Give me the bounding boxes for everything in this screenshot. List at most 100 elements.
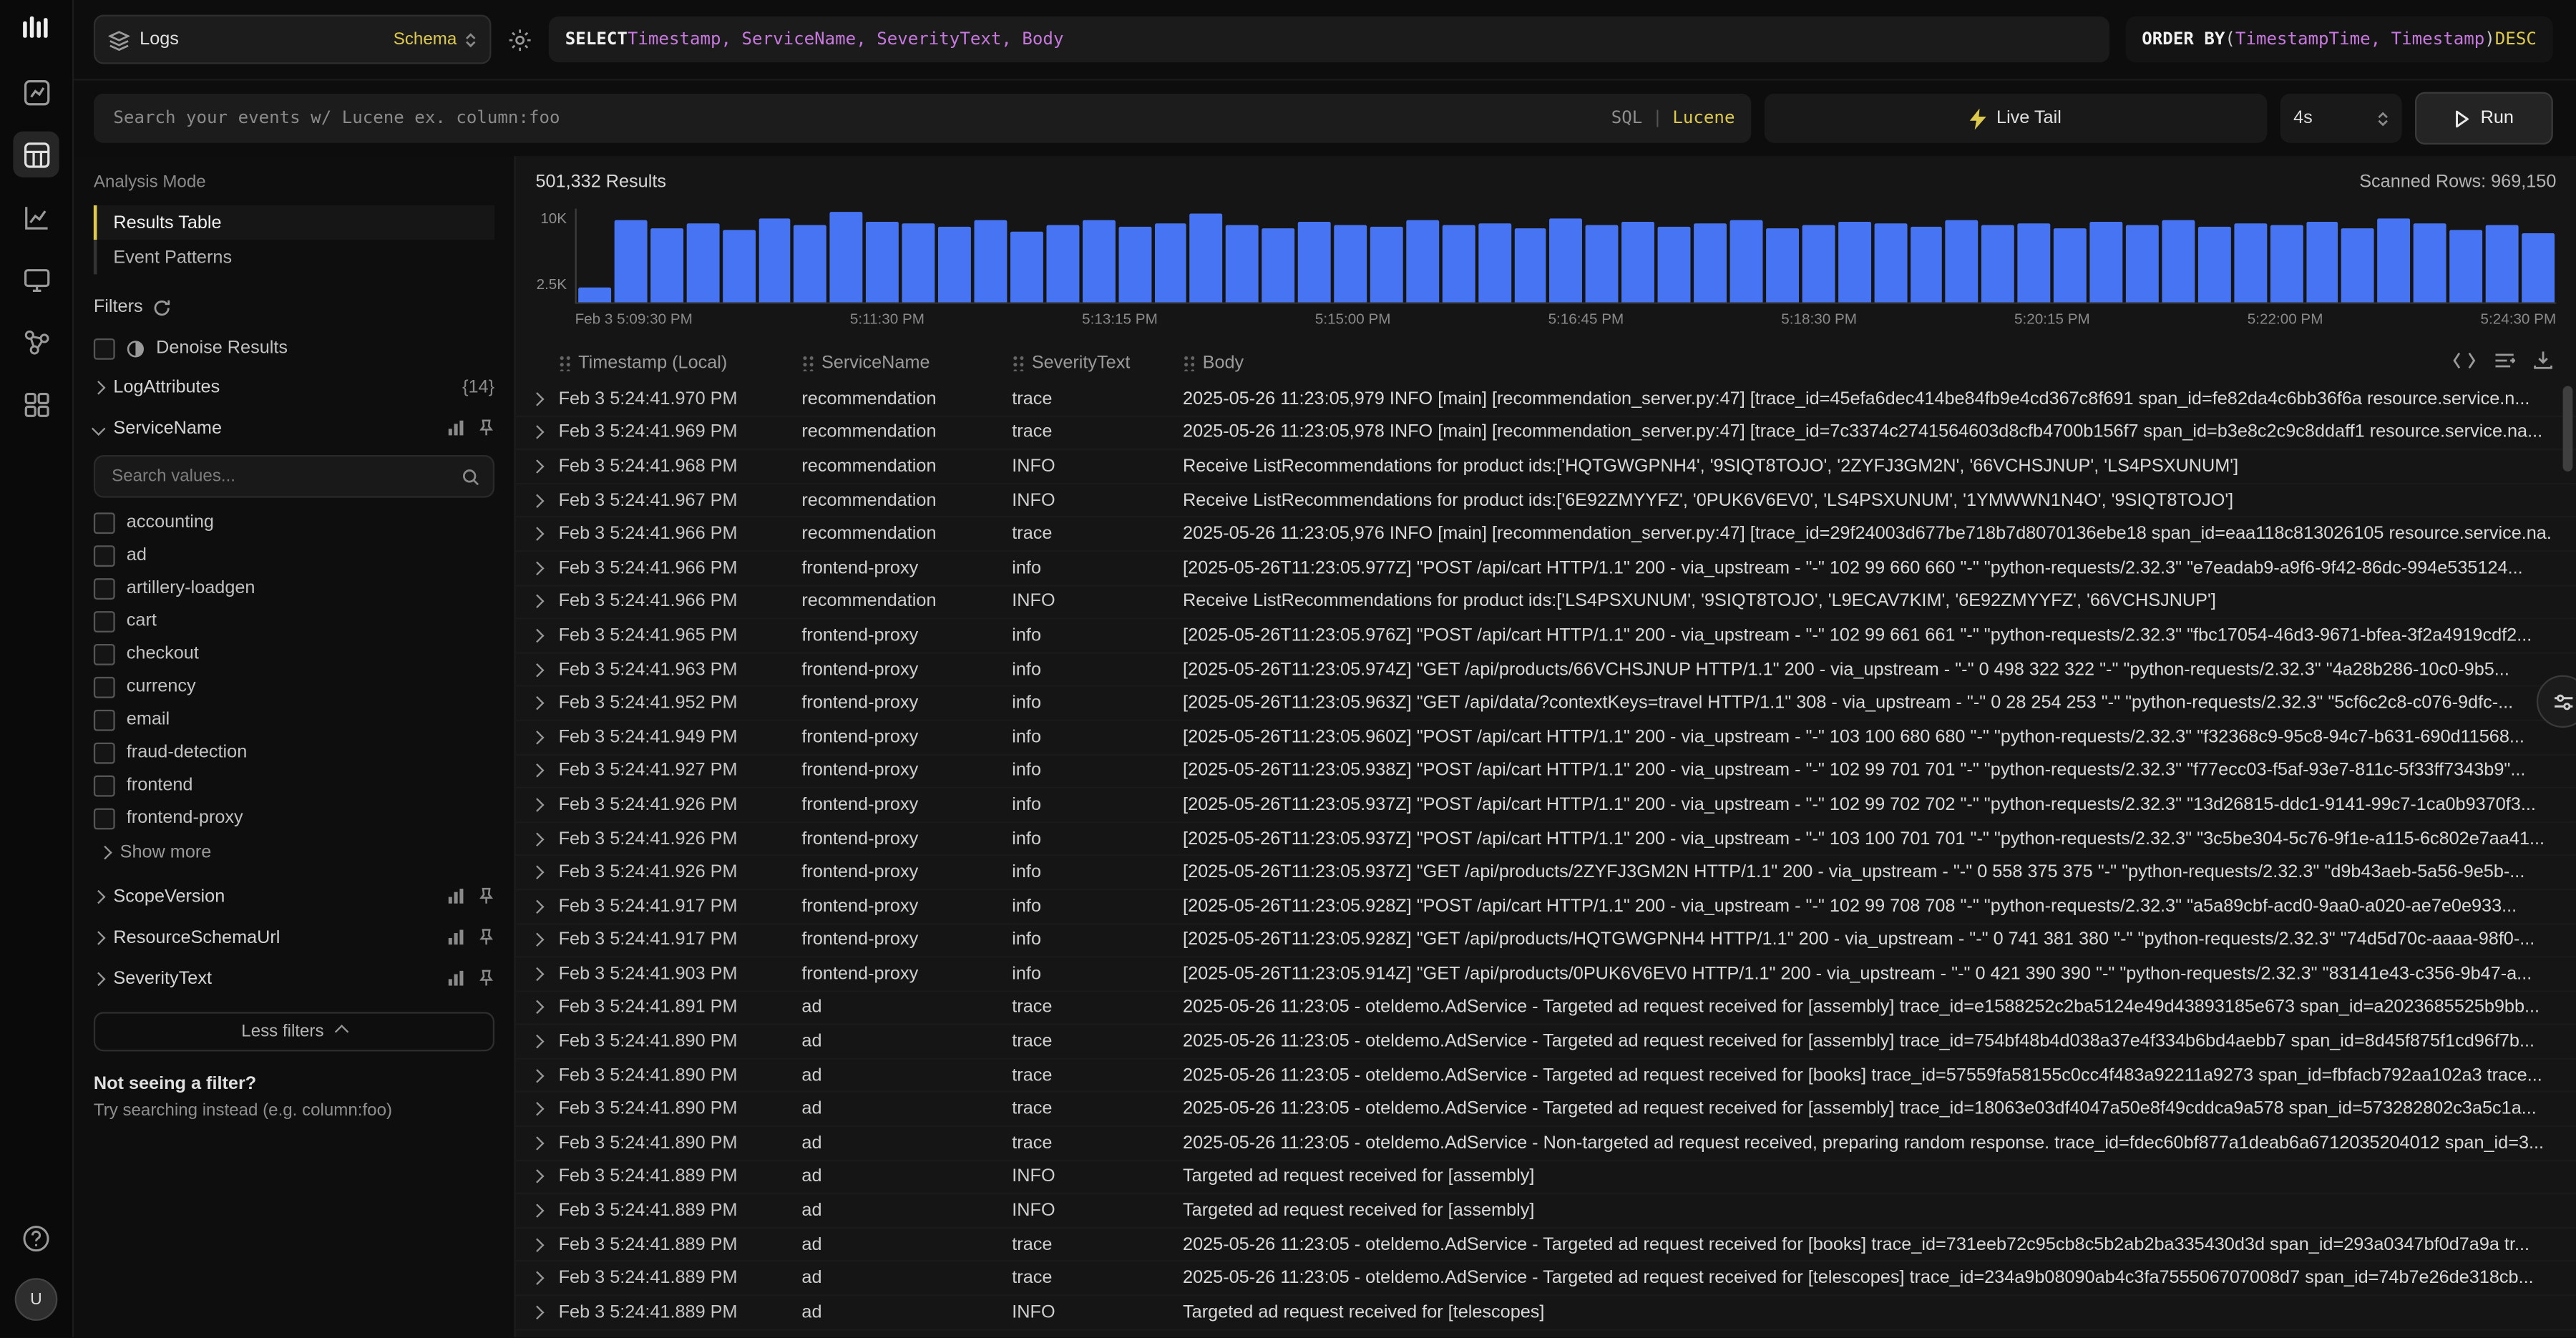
- table-row[interactable]: Feb 3 5:24:41.965 PM frontend-proxy info…: [516, 620, 2576, 653]
- histogram-bar[interactable]: [2126, 225, 2159, 302]
- histogram-bar[interactable]: [1586, 225, 1619, 302]
- histogram-plot[interactable]: [575, 209, 2557, 304]
- histogram-bar[interactable]: [1622, 221, 1655, 302]
- expand-row-icon[interactable]: [530, 1170, 544, 1183]
- column-header-timestamp[interactable]: Timestamp (Local): [559, 353, 802, 373]
- interval-select[interactable]: 4s: [2280, 94, 2402, 143]
- value-checkbox[interactable]: [94, 643, 115, 665]
- expand-row-icon[interactable]: [530, 899, 544, 913]
- table-row[interactable]: Feb 3 5:24:41.890 PM ad trace 2025-05-26…: [516, 1060, 2576, 1093]
- live-tail-button[interactable]: Live Tail: [1765, 94, 2268, 143]
- histogram-bar[interactable]: [1334, 225, 1367, 302]
- expand-row-icon[interactable]: [530, 731, 544, 744]
- service-filter-cart[interactable]: cart: [94, 606, 494, 635]
- histogram-bar[interactable]: [2342, 229, 2375, 302]
- filter-group-servicename[interactable]: ServiceName: [94, 407, 494, 448]
- column-header-body[interactable]: Body: [1183, 353, 2444, 373]
- service-filter-frontend[interactable]: frontend: [94, 771, 494, 800]
- table-row[interactable]: Feb 3 5:24:41.890 PM ad trace 2025-05-26…: [516, 1093, 2576, 1127]
- table-row[interactable]: Feb 3 5:24:41.966 PM recommendation trac…: [516, 518, 2576, 552]
- histogram-bar[interactable]: [1694, 224, 1727, 302]
- histogram-bar[interactable]: [686, 223, 719, 303]
- histogram-bar[interactable]: [1658, 228, 1691, 303]
- table-row[interactable]: Feb 3 5:24:41.889 PM ad INFO Targeted ad…: [516, 1330, 2576, 1337]
- value-checkbox[interactable]: [94, 775, 115, 796]
- table-row[interactable]: Feb 3 5:24:41.917 PM frontend-proxy info…: [516, 890, 2576, 924]
- histogram-bar[interactable]: [2270, 225, 2303, 302]
- value-checkbox[interactable]: [94, 709, 115, 731]
- table-row[interactable]: Feb 3 5:24:41.903 PM frontend-proxy info…: [516, 958, 2576, 992]
- histogram-bar[interactable]: [867, 221, 899, 302]
- expand-row-icon[interactable]: [530, 1136, 544, 1150]
- histogram-bar[interactable]: [614, 220, 647, 302]
- histogram-bar[interactable]: [1478, 223, 1511, 303]
- service-filter-fraud-detection[interactable]: fraud-detection: [94, 738, 494, 767]
- table-row[interactable]: Feb 3 5:24:41.891 PM ad trace 2025-05-26…: [516, 992, 2576, 1025]
- mode-results-table[interactable]: Results Table: [94, 205, 494, 240]
- vertical-scrollbar[interactable]: [2563, 386, 2573, 1334]
- dashboard-icon[interactable]: [13, 69, 59, 114]
- expand-row-icon[interactable]: [530, 933, 544, 947]
- histogram-bar[interactable]: [830, 212, 863, 302]
- expand-row-icon[interactable]: [530, 696, 544, 710]
- service-map-icon[interactable]: [13, 318, 59, 364]
- histogram-bar[interactable]: [1298, 221, 1331, 302]
- histogram-bar[interactable]: [1982, 225, 2015, 302]
- value-search-input[interactable]: [109, 465, 462, 488]
- filter-group-resourceschemaurl[interactable]: ResourceSchemaUrl: [94, 917, 494, 957]
- expand-row-icon[interactable]: [530, 1103, 544, 1116]
- histogram-bar[interactable]: [2306, 221, 2338, 302]
- denoise-results-toggle[interactable]: Denoise Results: [94, 333, 494, 363]
- histogram-bar[interactable]: [1406, 220, 1439, 302]
- service-filter-ad[interactable]: ad: [94, 540, 494, 570]
- histogram-bar[interactable]: [2414, 223, 2446, 303]
- gear-icon[interactable]: [507, 27, 532, 52]
- histogram-bar[interactable]: [974, 220, 1007, 302]
- table-row[interactable]: Feb 3 5:24:41.968 PM recommendation INFO…: [516, 451, 2576, 484]
- results-table-view-icon[interactable]: [13, 132, 59, 177]
- value-checkbox[interactable]: [94, 676, 115, 698]
- value-checkbox[interactable]: [94, 545, 115, 566]
- expand-row-icon[interactable]: [530, 798, 544, 811]
- table-row[interactable]: Feb 3 5:24:41.889 PM ad INFO Targeted ad…: [516, 1161, 2576, 1194]
- expand-row-icon[interactable]: [530, 866, 544, 879]
- table-row[interactable]: Feb 3 5:24:41.890 PM ad trace 2025-05-26…: [516, 1025, 2576, 1059]
- table-row[interactable]: Feb 3 5:24:41.889 PM ad trace 2025-05-26…: [516, 1229, 2576, 1262]
- histogram-bar[interactable]: [1118, 228, 1151, 303]
- histogram-bar[interactable]: [2486, 225, 2519, 302]
- histogram-bar[interactable]: [2054, 228, 2087, 302]
- search-input[interactable]: [110, 107, 1599, 130]
- expand-row-icon[interactable]: [530, 459, 544, 473]
- histogram-bar[interactable]: [1226, 225, 1259, 302]
- user-avatar[interactable]: U: [15, 1278, 58, 1321]
- service-filter-accounting[interactable]: accounting: [94, 507, 494, 537]
- bar-chart-icon[interactable]: [447, 970, 464, 987]
- expand-row-icon[interactable]: [530, 1203, 544, 1217]
- expand-row-icon[interactable]: [530, 1035, 544, 1048]
- table-row[interactable]: Feb 3 5:24:41.952 PM frontend-proxy info…: [516, 687, 2576, 721]
- less-filters-button[interactable]: Less filters: [94, 1012, 494, 1051]
- table-row[interactable]: Feb 3 5:24:41.889 PM ad INFO Targeted ad…: [516, 1195, 2576, 1229]
- histogram-bar[interactable]: [1874, 224, 1907, 302]
- service-filter-currency[interactable]: currency: [94, 672, 494, 701]
- expand-row-icon[interactable]: [530, 1068, 544, 1082]
- refresh-icon[interactable]: [152, 298, 170, 316]
- table-row[interactable]: Feb 3 5:24:41.926 PM frontend-proxy info…: [516, 788, 2576, 822]
- service-filter-email[interactable]: email: [94, 705, 494, 734]
- column-header-severitytext[interactable]: SeverityText: [1012, 353, 1183, 373]
- expand-row-icon[interactable]: [530, 764, 544, 778]
- bar-chart-icon[interactable]: [447, 887, 464, 905]
- table-row[interactable]: Feb 3 5:24:41.949 PM frontend-proxy info…: [516, 721, 2576, 755]
- denoise-checkbox[interactable]: [94, 338, 115, 359]
- pin-icon[interactable]: [478, 419, 494, 436]
- pin-icon[interactable]: [478, 928, 494, 946]
- source-select[interactable]: Logs Schema: [94, 15, 492, 64]
- mode-sql[interactable]: SQL: [1611, 109, 1643, 129]
- table-row[interactable]: Feb 3 5:24:41.963 PM frontend-proxy info…: [516, 653, 2576, 687]
- service-filter-artillery-loadgen[interactable]: artillery-loadgen: [94, 573, 494, 602]
- histogram-bar[interactable]: [1154, 223, 1187, 303]
- histogram-bar[interactable]: [2197, 228, 2230, 303]
- expand-row-icon[interactable]: [530, 629, 544, 643]
- expand-row-icon[interactable]: [530, 1271, 544, 1285]
- drag-handle-icon[interactable]: [1183, 355, 1194, 371]
